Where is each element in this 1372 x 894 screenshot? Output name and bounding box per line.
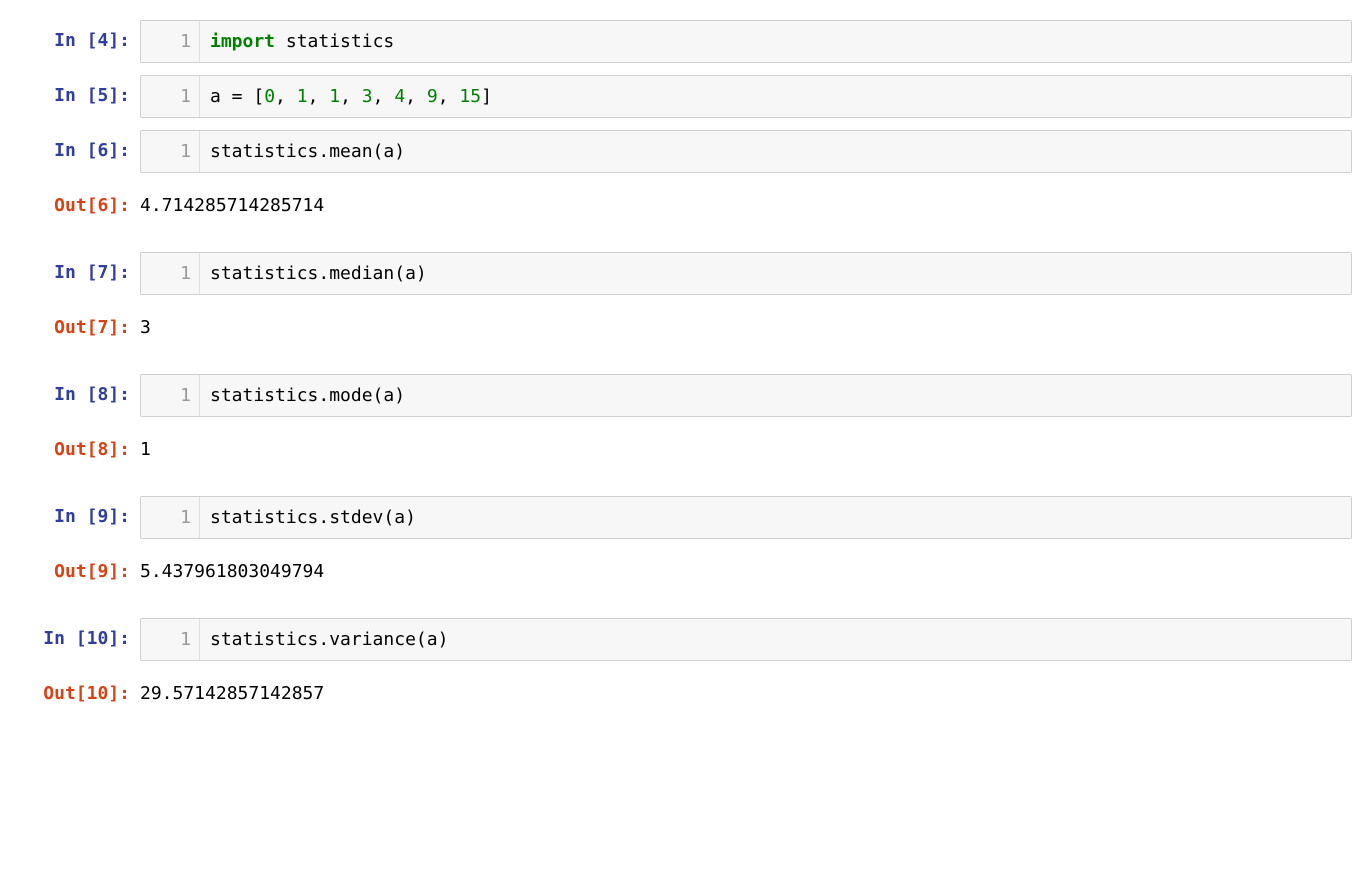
line-number-gutter: 1 [141, 497, 200, 538]
input-cell: In [6]:1 statistics.mean(a) [20, 130, 1352, 173]
code-area[interactable]: 1import statistics [140, 20, 1352, 63]
line-number-gutter: 1 [141, 253, 200, 294]
out-prompt: Out[7]: [20, 307, 140, 338]
in-prompt: In [5]: [20, 75, 140, 106]
code-token: statistics.variance(a) [210, 629, 448, 650]
input-cell: In [7]:1 statistics.median(a) [20, 252, 1352, 295]
output-cell: Out[7]:3 [20, 307, 1352, 348]
input-cell: In [5]:1a = [0, 1, 1, 3, 4, 9, 15] [20, 75, 1352, 118]
code-token: , [340, 86, 362, 107]
out-prompt: Out[6]: [20, 185, 140, 216]
line-number-gutter: 1 [141, 619, 200, 660]
code-token: statistics.median(a) [210, 263, 427, 284]
output-cell: Out[10]:29.57142857142857 [20, 673, 1352, 714]
output-cell: Out[8]:1 [20, 429, 1352, 470]
code-token: 0 [264, 86, 275, 107]
code-area[interactable]: 1 statistics.variance(a) [140, 618, 1352, 661]
code-token: statistics.stdev(a) [210, 507, 416, 528]
code-token: a = [ [210, 86, 264, 107]
output-value: 5.437961803049794 [140, 551, 1352, 592]
code-token: 1 [297, 86, 308, 107]
input-cell: In [10]:1 statistics.variance(a) [20, 618, 1352, 661]
code-token: , [405, 86, 427, 107]
code-area[interactable]: 1 statistics.mean(a) [140, 130, 1352, 173]
code-content[interactable]: statistics.mode(a) [200, 375, 1351, 416]
in-prompt: In [9]: [20, 496, 140, 527]
out-prompt: Out[10]: [20, 673, 140, 704]
in-prompt: In [10]: [20, 618, 140, 649]
code-area[interactable]: 1 statistics.mode(a) [140, 374, 1352, 417]
out-prompt: Out[9]: [20, 551, 140, 582]
input-cell: In [9]:1 statistics.stdev(a) [20, 496, 1352, 539]
output-value: 1 [140, 429, 1352, 470]
code-token: 15 [459, 86, 481, 107]
input-cell: In [8]:1 statistics.mode(a) [20, 374, 1352, 417]
code-content[interactable]: statistics.median(a) [200, 253, 1351, 294]
code-token: 3 [362, 86, 373, 107]
code-token: 1 [329, 86, 340, 107]
in-prompt: In [7]: [20, 252, 140, 283]
code-token: 4 [394, 86, 405, 107]
output-cell: Out[6]:4.714285714285714 [20, 185, 1352, 226]
line-number-gutter: 1 [141, 76, 200, 117]
output-cell: Out[9]:5.437961803049794 [20, 551, 1352, 592]
code-token: , [275, 86, 297, 107]
out-prompt: Out[8]: [20, 429, 140, 460]
line-number-gutter: 1 [141, 21, 200, 62]
line-number-gutter: 1 [141, 131, 200, 172]
code-content[interactable]: statistics.variance(a) [200, 619, 1351, 660]
code-token: statistics.mean(a) [210, 141, 405, 162]
output-value: 4.714285714285714 [140, 185, 1352, 226]
notebook: In [4]:1import statisticsIn [5]:1a = [0,… [20, 20, 1352, 714]
code-content[interactable]: import statistics [200, 21, 1351, 62]
code-content[interactable]: statistics.stdev(a) [200, 497, 1351, 538]
code-area[interactable]: 1a = [0, 1, 1, 3, 4, 9, 15] [140, 75, 1352, 118]
code-token: , [438, 86, 460, 107]
line-number-gutter: 1 [141, 375, 200, 416]
code-token: , [373, 86, 395, 107]
code-token: import [210, 31, 275, 52]
code-token: ] [481, 86, 492, 107]
output-value: 3 [140, 307, 1352, 348]
code-area[interactable]: 1 statistics.median(a) [140, 252, 1352, 295]
input-cell: In [4]:1import statistics [20, 20, 1352, 63]
in-prompt: In [8]: [20, 374, 140, 405]
code-area[interactable]: 1 statistics.stdev(a) [140, 496, 1352, 539]
in-prompt: In [4]: [20, 20, 140, 51]
code-content[interactable]: a = [0, 1, 1, 3, 4, 9, 15] [200, 76, 1351, 117]
code-token: statistics.mode(a) [210, 385, 405, 406]
code-token: statistics [275, 31, 394, 52]
in-prompt: In [6]: [20, 130, 140, 161]
output-value: 29.57142857142857 [140, 673, 1352, 714]
code-content[interactable]: statistics.mean(a) [200, 131, 1351, 172]
code-token: , [308, 86, 330, 107]
code-token: 9 [427, 86, 438, 107]
